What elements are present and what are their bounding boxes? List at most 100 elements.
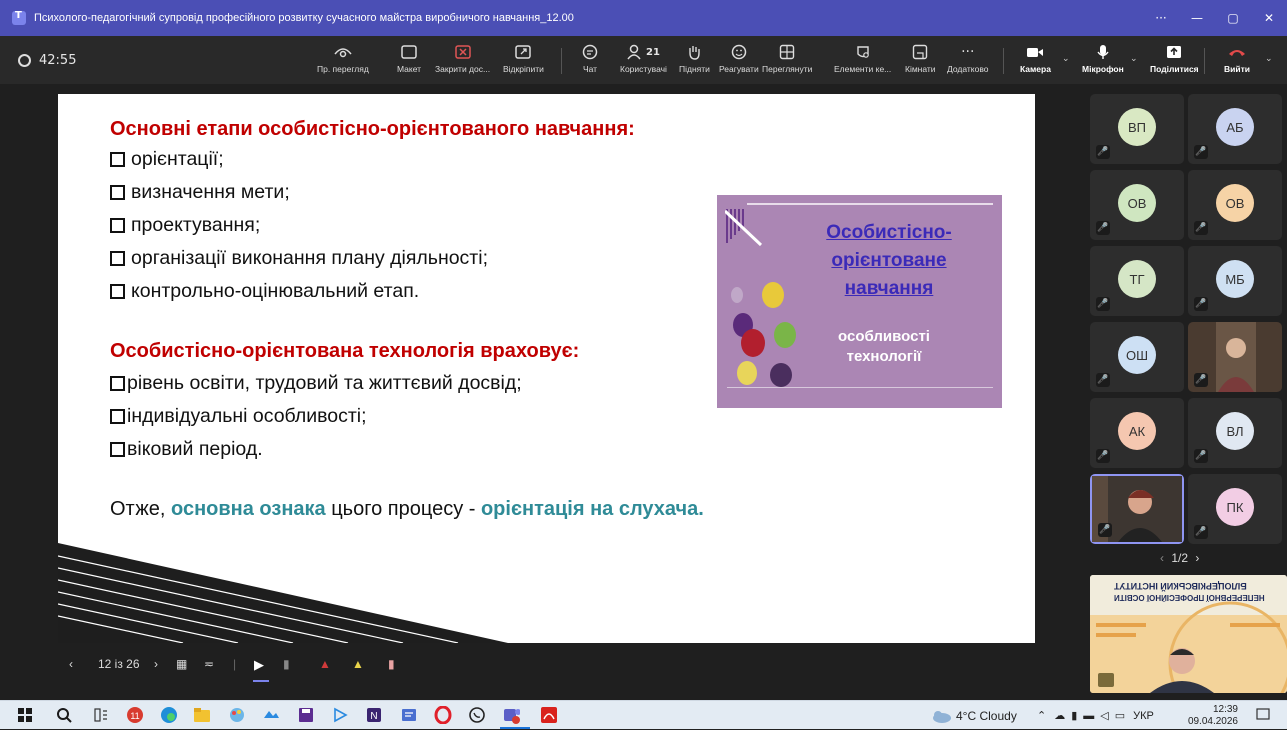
participant-video-tile[interactable]: 🎤 — [1188, 322, 1282, 392]
hang-up-icon — [1227, 41, 1247, 63]
previous-slide-button[interactable]: ‹ — [69, 657, 73, 671]
leave-options-chevron[interactable]: ⌄ — [1265, 54, 1273, 64]
participant-tile[interactable]: ОВ 🎤 — [1188, 170, 1282, 240]
slide-heading-stages: Основні етапи особистісно-орієнтованого … — [110, 118, 635, 140]
eraser-pink-icon[interactable]: ▮ — [388, 657, 395, 671]
windows-taskbar: 11 N 4°C Cloudy ⌃ ☁ ▮ ▬ ◁ ▭ УКР 12:39 09… — [0, 700, 1287, 729]
muted-mic-icon: 🎤 — [1194, 145, 1208, 159]
checkbox-bullet-icon — [110, 251, 125, 266]
pointer-tool-icon[interactable]: ▶ — [254, 657, 264, 673]
participant-tile[interactable]: ТГ 🎤 — [1090, 246, 1184, 316]
close-share-icon — [454, 41, 471, 63]
participant-tile[interactable]: ПК 🎤 — [1188, 474, 1282, 544]
stage-item: визначення мети; — [110, 181, 290, 204]
settings-sliders-icon[interactable]: ≂ — [204, 657, 214, 671]
eye-icon — [334, 41, 352, 63]
pager-next-button[interactable]: › — [1195, 551, 1199, 565]
avatar: ОВ — [1216, 184, 1254, 222]
timer-icon — [18, 53, 31, 67]
camera-options-chevron[interactable]: ⌄ — [1062, 54, 1070, 64]
shared-content-preview[interactable]: БІЛОЦЕРКІВСЬКИЙ ІНСТИТУТ НЕПЕРЕРВНОЇ ПРО… — [1090, 575, 1287, 693]
microphone-options-chevron[interactable]: ⌄ — [1130, 54, 1138, 64]
media-player-icon[interactable] — [331, 706, 349, 724]
more-button[interactable]: ··· Додатково — [947, 41, 988, 81]
active-speaker-tile[interactable]: 🎤 — [1090, 474, 1184, 544]
share-screen-icon — [1166, 41, 1182, 63]
host-tools-button[interactable]: Елементи ке... — [834, 41, 891, 81]
leave-button[interactable]: Вийти — [1224, 41, 1250, 81]
clock[interactable]: 12:39 09.04.2026 — [1188, 701, 1238, 730]
layout-icon — [401, 41, 417, 63]
weather-widget[interactable]: 4°C Cloudy — [930, 701, 1017, 730]
more-options-button[interactable]: ··· — [1143, 0, 1179, 36]
meeting-stage: Основні етапи особистісно-орієнтованого … — [0, 84, 1287, 700]
stage-item: організації виконання плану діяльності; — [110, 247, 488, 270]
task-view-icon[interactable] — [92, 706, 110, 724]
maximize-button[interactable]: ▢ — [1215, 0, 1251, 36]
close-share-button[interactable]: Закрити дос... — [435, 41, 490, 81]
unpin-button[interactable]: Відкріпити — [503, 41, 544, 81]
notification-icon[interactable] — [1254, 706, 1272, 724]
system-tray-icons[interactable]: ⌃ ☁ ▮ ▬ ◁ ▭ УКР — [1037, 701, 1154, 730]
svg-text:N: N — [370, 711, 377, 722]
muted-mic-icon: 🎤 — [1194, 373, 1208, 387]
chat-button[interactable]: Чат — [582, 41, 598, 81]
participant-tile[interactable]: МБ 🎤 — [1188, 246, 1282, 316]
tray-chevron-up-icon[interactable]: ⌃ — [1037, 709, 1046, 722]
layout-button[interactable]: Макет — [397, 41, 421, 81]
next-slide-button[interactable]: › — [154, 657, 158, 671]
paint-app-icon[interactable] — [228, 706, 246, 724]
opera-browser-icon[interactable] — [434, 706, 452, 724]
checkbox-bullet-icon — [110, 284, 125, 299]
participant-tile[interactable]: ВП 🎤 — [1090, 94, 1184, 164]
rooms-button[interactable]: Кімнати — [905, 41, 936, 81]
participant-tile[interactable]: ВЛ 🎤 — [1188, 398, 1282, 468]
view-button[interactable]: Переглянути — [762, 41, 812, 81]
news-app-icon[interactable] — [400, 706, 418, 724]
muted-mic-icon: 🎤 — [1096, 297, 1110, 311]
react-button[interactable]: Реагувати — [719, 41, 759, 81]
teams-taskbar-icon[interactable]: 11 — [126, 706, 144, 724]
pdf-reader-icon[interactable] — [540, 706, 558, 724]
toolbar-divider — [561, 48, 562, 74]
rooms-icon — [912, 41, 928, 63]
whatsapp-icon[interactable] — [468, 706, 486, 724]
participant-tile[interactable]: ОВ 🎤 — [1090, 170, 1184, 240]
grid-view-icon[interactable]: ▦ — [176, 657, 187, 671]
edge-browser-icon[interactable] — [160, 706, 178, 724]
keyboard-language[interactable]: УКР — [1133, 710, 1154, 722]
eraser-tool-icon[interactable]: ▮ — [283, 657, 290, 671]
share-button[interactable]: Поділитися — [1150, 41, 1199, 81]
participant-tile[interactable]: АБ 🎤 — [1188, 94, 1282, 164]
camera-button[interactable]: Камера — [1020, 41, 1051, 81]
minimize-button[interactable]: — — [1179, 0, 1215, 36]
teams-meeting-icon[interactable] — [502, 706, 520, 724]
preview-button[interactable]: Пр. перегляд — [317, 41, 369, 81]
photos-app-icon[interactable] — [262, 706, 280, 724]
mic-tray-icon: ▮ — [1071, 710, 1078, 722]
participants-pager: ‹ 1/2 › — [1160, 551, 1200, 565]
windows-start-icon[interactable] — [16, 706, 34, 724]
raise-hand-button[interactable]: Підняти — [679, 41, 710, 81]
checkbox-bullet-icon — [110, 442, 125, 457]
microphone-button[interactable]: Мікрофон — [1082, 41, 1124, 81]
speaker-preview-video — [1090, 601, 1287, 693]
save-disk-icon[interactable] — [297, 706, 315, 724]
search-icon[interactable] — [55, 706, 73, 724]
pager-prev-button[interactable]: ‹ — [1160, 551, 1164, 565]
participant-tile[interactable]: АК 🎤 — [1090, 398, 1184, 468]
window-title: Психолого-педагогічний супровід професій… — [34, 12, 574, 24]
red-pen-icon[interactable]: ▲ — [319, 657, 331, 671]
camera-icon — [1026, 41, 1044, 63]
highlighter-icon[interactable]: ▲ — [352, 657, 364, 671]
pop-out-icon — [515, 41, 532, 63]
topic-card-image: Особистісно- орієнтоване навчання особли… — [717, 195, 1002, 408]
muted-mic-icon: 🎤 — [1096, 449, 1110, 463]
participant-tile[interactable]: ОШ 🎤 — [1090, 322, 1184, 392]
participants-button[interactable]: 21 Користувачі — [620, 41, 667, 81]
teams-app-icon — [12, 10, 26, 25]
close-button[interactable]: ✕ — [1251, 0, 1287, 36]
avatar: ПК — [1216, 488, 1254, 526]
onenote-icon[interactable]: N — [365, 706, 383, 724]
file-explorer-icon[interactable] — [193, 706, 211, 724]
